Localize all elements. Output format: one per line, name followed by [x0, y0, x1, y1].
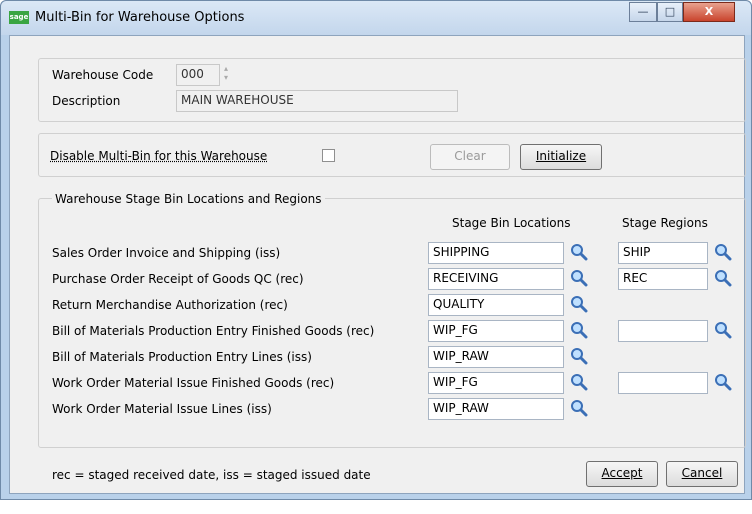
stage-region-field[interactable]: [618, 320, 708, 342]
legend-note: rec = staged received date, iss = staged…: [52, 468, 371, 482]
stage-bin-field[interactable]: WIP_FG: [428, 320, 564, 342]
description-label: Description: [52, 94, 121, 108]
sage-app-icon: sage: [9, 11, 29, 24]
stage-region-field[interactable]: REC: [618, 268, 708, 290]
stage-row-label: Purchase Order Receipt of Goods QC (rec): [52, 272, 304, 286]
stage-regions-header: Stage Regions: [622, 216, 708, 230]
stage-region-field[interactable]: [618, 372, 708, 394]
warehouse-code-lookup-icon[interactable]: ▴ ▾: [224, 64, 234, 82]
stage-row-label: Sales Order Invoice and Shipping (iss): [52, 246, 281, 260]
stage-region-lookup-search-icon[interactable]: [714, 321, 732, 339]
initialize-button[interactable]: Initialize: [520, 144, 602, 170]
stage-bin-lookup-search-icon[interactable]: [570, 269, 588, 287]
stage-bin-lookup-search-icon[interactable]: [570, 243, 588, 261]
accept-button[interactable]: Accept: [586, 461, 658, 487]
stage-bin-field[interactable]: WIP_RAW: [428, 398, 564, 420]
stage-bin-field[interactable]: WIP_FG: [428, 372, 564, 394]
maximize-button[interactable]: □: [657, 2, 683, 22]
stage-bin-lookup-search-icon[interactable]: [570, 295, 588, 313]
stage-bin-field[interactable]: WIP_RAW: [428, 346, 564, 368]
cancel-button[interactable]: Cancel: [666, 461, 738, 487]
dialog-window: sage Multi-Bin for Warehouse Options — □…: [0, 0, 752, 500]
warehouse-code-field[interactable]: 000: [176, 64, 220, 86]
warehouse-code-label: Warehouse Code: [52, 68, 154, 82]
minimize-button[interactable]: —: [629, 2, 657, 22]
clear-button[interactable]: Clear: [430, 144, 510, 170]
stage-row-label: Return Merchandise Authorization (rec): [52, 298, 288, 312]
stage-row-label: Work Order Material Issue Finished Goods…: [52, 376, 335, 390]
title-bar[interactable]: sage Multi-Bin for Warehouse Options — □…: [1, 1, 751, 35]
stage-region-lookup-search-icon[interactable]: [714, 243, 732, 261]
stage-bin-field[interactable]: SHIPPING: [428, 242, 564, 264]
stage-bin-lookup-search-icon[interactable]: [570, 321, 588, 339]
stage-region-lookup-search-icon[interactable]: [714, 269, 732, 287]
disable-multibin-label[interactable]: Disable Multi-Bin for this Warehouse: [50, 149, 267, 163]
description-field[interactable]: MAIN WAREHOUSE: [176, 90, 458, 112]
stage-bin-lookup-search-icon[interactable]: [570, 373, 588, 391]
stage-row-label: Bill of Materials Production Entry Lines…: [52, 350, 312, 364]
stage-bin-locations-header: Stage Bin Locations: [452, 216, 571, 230]
stage-bins-group-title: Warehouse Stage Bin Locations and Region…: [52, 192, 325, 206]
stage-region-lookup-search-icon[interactable]: [714, 373, 732, 391]
stage-bin-lookup-search-icon[interactable]: [570, 399, 588, 417]
close-button[interactable]: X: [683, 2, 735, 22]
stage-row-label: Work Order Material Issue Lines (iss): [52, 402, 272, 416]
stage-region-field[interactable]: SHIP: [618, 242, 708, 264]
disable-multibin-checkbox[interactable]: [322, 149, 335, 162]
window-title: Multi-Bin for Warehouse Options: [35, 10, 245, 25]
stage-bin-field[interactable]: RECEIVING: [428, 268, 564, 290]
stage-bin-field[interactable]: QUALITY: [428, 294, 564, 316]
dialog-body: Warehouse Code 000 ▴ ▾ Description MAIN W…: [9, 35, 746, 494]
stage-bin-lookup-search-icon[interactable]: [570, 347, 588, 365]
stage-row-label: Bill of Materials Production Entry Finis…: [52, 324, 375, 338]
